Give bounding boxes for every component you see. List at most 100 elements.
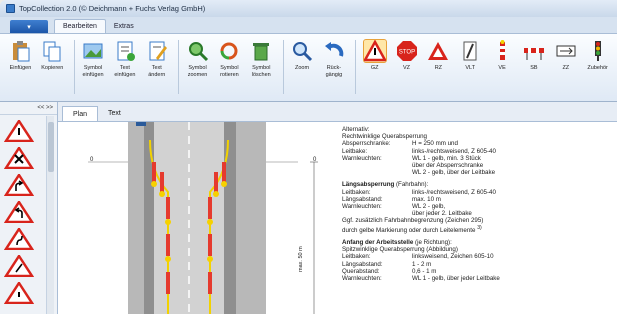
toolbar-button-symbol_rotieren[interactable]: Symbol rotieren (215, 40, 244, 79)
notes-row-value: max. 10 m (412, 195, 441, 203)
toolbar-button-kopieren[interactable]: Kopieren (38, 40, 67, 72)
notes-row-key (342, 210, 412, 217)
toolbar-button-symbol_zoomen[interactable]: Symbol zoomen (183, 40, 212, 79)
notes-section-2: Leitbaken: links-/rechtsweisend, Z 605-40… (342, 189, 617, 218)
notes-row: Leitbake: links-/rechtsweisend, Z 605-40 (342, 148, 617, 155)
barrier-icon (523, 40, 545, 62)
plan-canvas[interactable]: 0 0 max. 50 m (58, 122, 328, 314)
app-menu-button[interactable]: ▾ (10, 20, 48, 33)
notes-row-key: Leitbake: (342, 147, 368, 155)
notes-row-key: Absperrschranke: (342, 140, 391, 148)
toolbar-button-rz[interactable]: RZ (424, 40, 453, 72)
notes-row-key: Warnleuchten: (342, 154, 382, 162)
toolbar-button-label: SB (530, 65, 538, 71)
bake-icon (491, 40, 513, 62)
stop-sign-icon: STOP (396, 40, 418, 62)
notes-row: WL 2 - gelb, über der Leitbake (342, 169, 617, 176)
ribbon-tab-row: ▾ Bearbeiten Extras (0, 17, 617, 34)
toolbar-button-zoom[interactable]: Zoom (288, 40, 317, 72)
app-window: TopCollection 2.0 (© Deichmann + Fuchs V… (0, 0, 617, 314)
rotate-icon (218, 40, 240, 62)
toolbar-button-label: Symbol löschen (251, 65, 271, 78)
palette-sign-warning3-icon[interactable] (3, 280, 35, 305)
toolbar-button-symbol_loeschen[interactable]: Symbol löschen (247, 40, 276, 79)
zoom-symbol-icon (187, 40, 209, 62)
notes-row-value: WL 2 - gelb, über der Leitbake (412, 169, 496, 177)
ribbon-separator (355, 40, 357, 94)
notes-intro2: Rechtwinklige Querabsperrung (342, 133, 427, 141)
sign-list (3, 118, 44, 309)
toolbar-button-vz[interactable]: STOP VZ (392, 40, 421, 72)
notes-row-value: links-/rechtsweisend, Z 605-40 (412, 147, 496, 155)
notes-row: Warnleuchten: WL 1 - gelb, über jeder Lei… (342, 275, 617, 282)
notes-row-key: Leitbaken: (342, 253, 371, 261)
palette-sign-cross-icon[interactable] (3, 145, 35, 170)
notes-text2a: Ggf. zusätzlich Fahrbahnbegrenzung (Zeic… (342, 217, 484, 225)
notes-row: Warnleuchten: WL 2 - gelb, (342, 203, 617, 210)
notes-text2b: durch gelbe Markierung oder durch Leitel… (342, 224, 482, 234)
text-insert-icon (114, 40, 136, 62)
notes-row-value: 0,6 - 1 m (412, 267, 437, 275)
footnote-marker: 3) (477, 224, 482, 231)
toolbar-button-label: VZ (402, 65, 411, 71)
left-zero-mark: 0 (90, 157, 94, 163)
magnifier-icon (291, 40, 313, 62)
toolbar-button-label: Zubehör (587, 65, 608, 71)
notes-row-value: WL 2 - gelb, (412, 203, 446, 211)
palette-sign-warning-icon[interactable] (3, 118, 35, 143)
undo-icon (323, 40, 345, 62)
toolbar-button-einfuegen[interactable]: Einfügen (6, 40, 35, 72)
notes-row: Leitbaken: links-/rechtsweisend, Z 605-40 (342, 189, 617, 196)
toolbar-button-text_einfuegen[interactable]: Text einfügen (110, 40, 139, 79)
toolbar-button-gz[interactable]: GZ (360, 39, 389, 72)
notes-section-3: Leitbaken: linksweisend, Zeichen 605-10 Lä… (342, 253, 617, 282)
window-title: TopCollection 2.0 (© Deichmann + Fuchs V… (19, 4, 206, 13)
document-tabs: Plan Text (58, 102, 617, 122)
toolbar-button-zubehoer[interactable]: Zubehör (583, 40, 612, 72)
palette-sign-curve-left-icon[interactable] (3, 199, 35, 224)
warning-sign-icon (362, 39, 387, 63)
notes-row-value: linksweisend, Zeichen 605-10 (412, 253, 494, 261)
app-icon (6, 4, 15, 13)
sign-palette: << >> (0, 102, 58, 314)
ribbon-separator (178, 40, 180, 94)
tab-text[interactable]: Text (98, 106, 131, 121)
toolbar-button-ve[interactable]: VE (488, 40, 517, 72)
notes-row: Längsabstand: max. 10 m (342, 196, 617, 203)
notes-row-key: Warnleuchten: (342, 274, 382, 282)
palette-scrollbar[interactable] (46, 116, 54, 314)
palette-sign-curve-right-icon[interactable] (3, 172, 35, 197)
tab-bearbeiten[interactable]: Bearbeiten (54, 19, 106, 33)
toolbar-button-label: Symbol einfügen (82, 65, 104, 78)
tab-extras[interactable]: Extras (106, 19, 142, 33)
toolbar-button-label: Symbol rotieren (220, 65, 239, 78)
notes-text3: Spitzwinklige Querabsperrung (Abbildung) (342, 246, 458, 254)
toolbar-button-label: ZZ (562, 65, 570, 71)
toolbar-button-symbol_einfuegen[interactable]: Symbol einfügen (79, 40, 108, 79)
toolbar-button-zz[interactable]: ZZ (551, 40, 580, 72)
ribbon-separator (73, 40, 75, 94)
document-area: Plan Text 0 0 max. 50 m Alternativ: Rech… (58, 102, 617, 314)
notes-row: Warnleuchten: WL 1 - gelb, min. 3 Stück (342, 155, 617, 162)
notes-intro: Alternativ: (342, 126, 370, 133)
toolbar-button-vlt[interactable]: VLT (456, 40, 485, 72)
notes-row: Absperrschranke: H = 250 mm und (342, 140, 617, 147)
toolbar-button-label: Zoom (294, 65, 310, 71)
notes-row-value: 1 - 2 m (412, 260, 432, 268)
palette-sign-double-curve-icon[interactable] (3, 226, 35, 251)
heading-anfang: Anfang der Arbeitsstelle (je Richtung): (342, 238, 452, 246)
tab-plan[interactable]: Plan (62, 106, 99, 121)
toolbar-button-sb[interactable]: SB (520, 40, 549, 72)
notes-row: über jeder 2. Leitbake (342, 210, 617, 217)
toolbar-button-text_aendern[interactable]: Text ändern (142, 40, 171, 79)
palette-nav[interactable]: << >> (0, 102, 57, 115)
notes-row-key: Leitbaken: (342, 188, 371, 196)
toolbar-button-label: Einfügen (9, 65, 32, 71)
text-edit-icon (146, 40, 168, 62)
road-diagram (88, 122, 318, 314)
notes-row-key: Warnleuchten: (342, 203, 382, 211)
toolbar-button-undo[interactable]: Rück- gängig (319, 40, 348, 79)
palette-sign-warning2-icon[interactable] (3, 253, 35, 278)
lane-sign-icon (459, 40, 481, 62)
delete-icon (250, 40, 272, 62)
